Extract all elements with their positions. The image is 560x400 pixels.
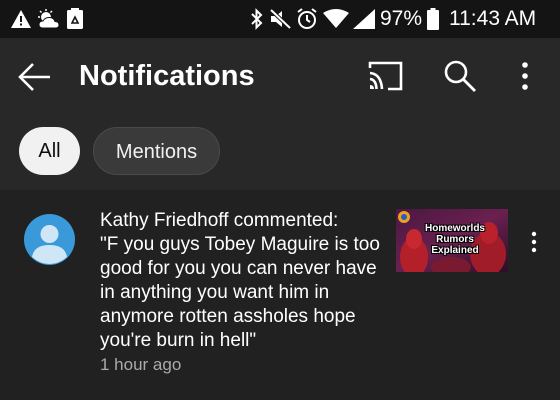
more-vert-icon[interactable] (514, 60, 536, 92)
thumbnail-title: Homeworlds Rumors Explained (424, 223, 485, 256)
bluetooth-icon (251, 8, 263, 30)
notification-message: "F you guys Tobey Maguire is too good fo… (100, 234, 380, 351)
filter-chips: All Mentions (0, 114, 560, 190)
recycle-icon (67, 8, 83, 29)
battery-icon (427, 8, 439, 30)
chip-mentions[interactable]: Mentions (93, 127, 220, 175)
chip-all[interactable]: All (19, 127, 80, 175)
video-thumbnail[interactable]: Homeworlds Rumors Explained (396, 209, 508, 272)
alarm-icon (297, 8, 317, 29)
search-icon[interactable] (443, 59, 477, 93)
status-bar: 97% 11:43 AM (0, 0, 560, 38)
clock: 11:43 AM (449, 7, 537, 30)
wifi-icon (323, 9, 349, 28)
app-bar: Notifications (0, 38, 560, 114)
notification-text: Kathy Friedhoff commented: "F you guys T… (100, 209, 385, 353)
mute-icon (270, 9, 292, 29)
weather-icon (38, 9, 60, 29)
notification-more-icon[interactable] (525, 230, 543, 254)
cast-icon[interactable] (366, 60, 404, 92)
signal-icon (353, 9, 375, 29)
notification-item[interactable]: Kathy Friedhoff commented: "F you guys T… (0, 190, 560, 400)
page-title: Notifications (79, 60, 255, 92)
user-avatar-icon (32, 225, 67, 264)
warning-icon (11, 10, 31, 28)
avatar[interactable] (24, 214, 75, 265)
back-arrow-icon[interactable] (18, 60, 52, 94)
notification-author: Kathy Friedhoff commented: (100, 210, 339, 231)
battery-percent: 97% (380, 7, 423, 30)
notification-time: 1 hour ago (100, 355, 182, 374)
